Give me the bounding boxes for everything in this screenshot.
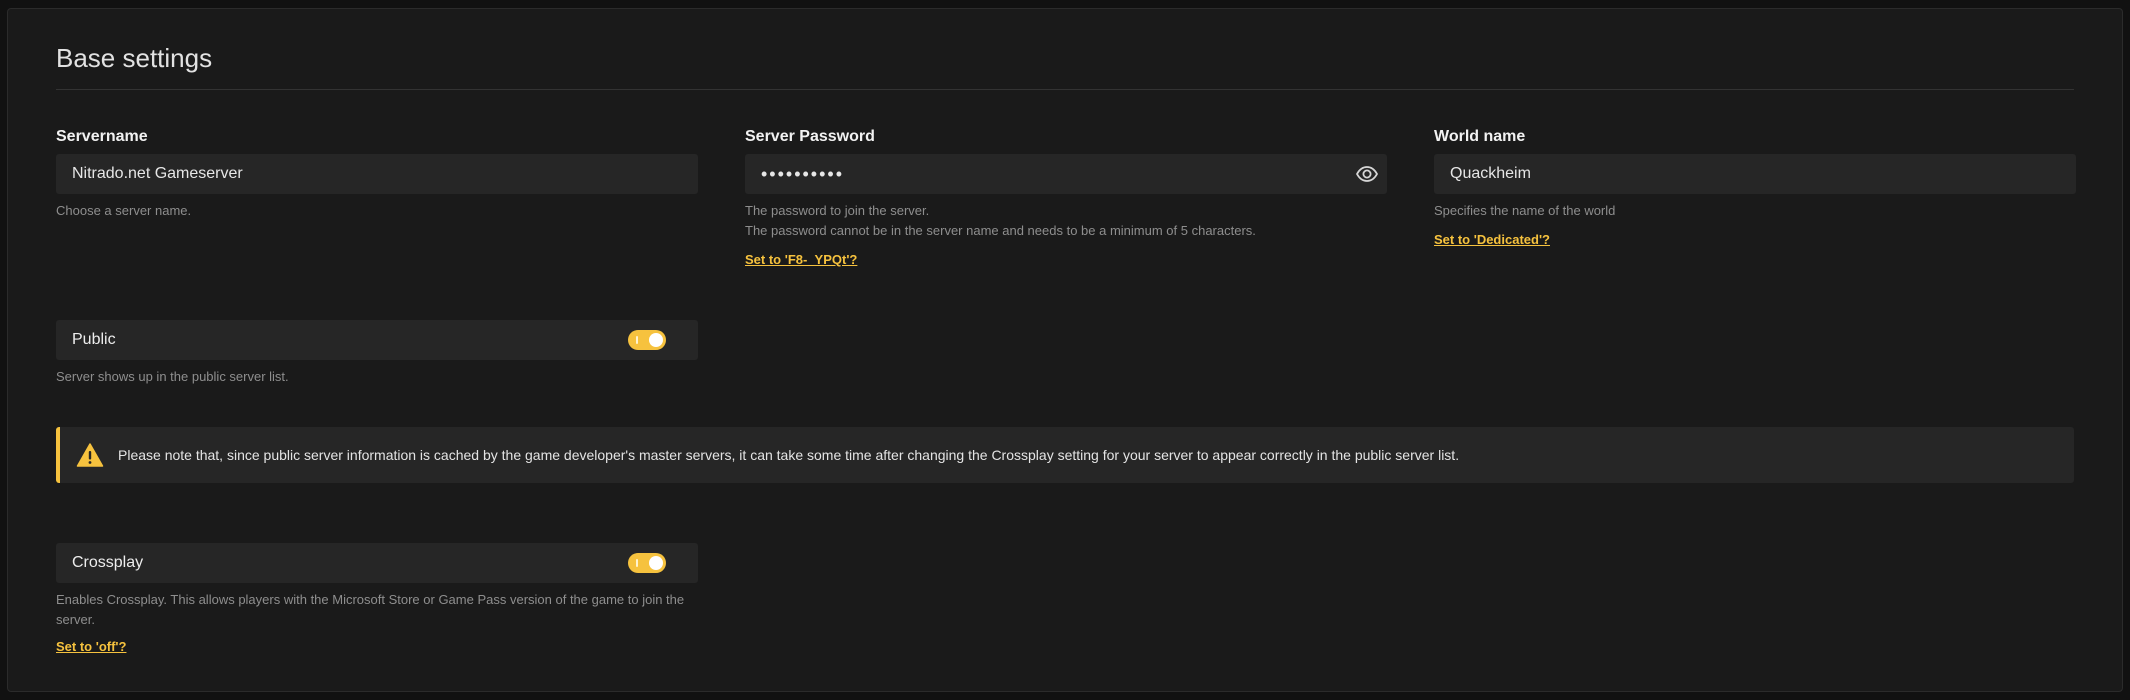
servername-label: Servername — [56, 128, 148, 145]
toggle-knob — [649, 556, 663, 570]
crossplay-toggle-row[interactable]: Crossplay — [56, 543, 698, 583]
crossplay-notice: Please note that, since public server in… — [56, 427, 2074, 483]
world-name-help-text: Specifies the name of the world — [1434, 203, 1616, 218]
public-toggle-switch[interactable] — [628, 330, 666, 350]
crossplay-label: Crossplay — [72, 554, 144, 571]
world-name-label: World name — [1434, 128, 1526, 145]
password-input-wrapper — [745, 154, 1387, 194]
toggle-on-indicator — [636, 336, 638, 344]
public-help: Server shows up in the public server lis… — [56, 367, 698, 387]
servername-input[interactable] — [56, 154, 698, 194]
servername-help-text: Choose a server name. — [56, 203, 192, 218]
crossplay-field: Crossplay Enables Crossplay. This allows… — [56, 543, 698, 656]
toggle-on-indicator — [636, 559, 638, 567]
world-name-input-wrapper — [1434, 154, 2076, 194]
password-label: Server Password — [745, 128, 875, 145]
password-help: The password to join the server. The pas… — [745, 201, 1387, 241]
password-input[interactable] — [745, 154, 1387, 194]
servername-help: Choose a server name. — [56, 201, 698, 221]
world-name-field: World name Specifies the name of the wor… — [1434, 127, 2076, 249]
eye-icon[interactable] — [1355, 162, 1379, 186]
crossplay-help-line-2: server. — [56, 612, 96, 627]
crossplay-toggle-switch[interactable] — [628, 553, 666, 573]
toggle-knob — [649, 333, 663, 347]
public-help-text: Server shows up in the public server lis… — [56, 369, 289, 384]
world-name-help: Specifies the name of the world — [1434, 201, 2076, 221]
warning-icon — [76, 442, 104, 468]
password-help-line-1: The password to join the server. — [745, 203, 930, 218]
password-suggestion-link[interactable]: Set to 'F8-_YPQt'? — [745, 252, 857, 267]
public-label: Public — [72, 331, 116, 348]
crossplay-help: Enables Crossplay. This allows players w… — [56, 590, 698, 630]
notice-text: Please note that, since public server in… — [118, 447, 1460, 463]
password-field: Server Password The password to join the… — [745, 127, 1387, 269]
public-toggle-row[interactable]: Public — [56, 320, 698, 360]
public-field: Public Server shows up in the public ser… — [56, 320, 698, 387]
world-name-input[interactable] — [1434, 154, 2076, 194]
crossplay-help-line-1: Enables Crossplay. This allows players w… — [56, 592, 685, 607]
crossplay-suggestion-link[interactable]: Set to 'off'? — [56, 639, 126, 654]
section-divider — [56, 89, 2074, 90]
world-name-suggestion-link[interactable]: Set to 'Dedicated'? — [1434, 232, 1550, 247]
base-settings-panel: Base settings Servername Choose a server… — [7, 8, 2123, 692]
section-title: Base settings — [56, 43, 213, 73]
servername-input-wrapper — [56, 154, 698, 194]
servername-field: Servername Choose a server name. — [56, 127, 698, 221]
password-help-line-2: The password cannot be in the server nam… — [745, 223, 1256, 238]
